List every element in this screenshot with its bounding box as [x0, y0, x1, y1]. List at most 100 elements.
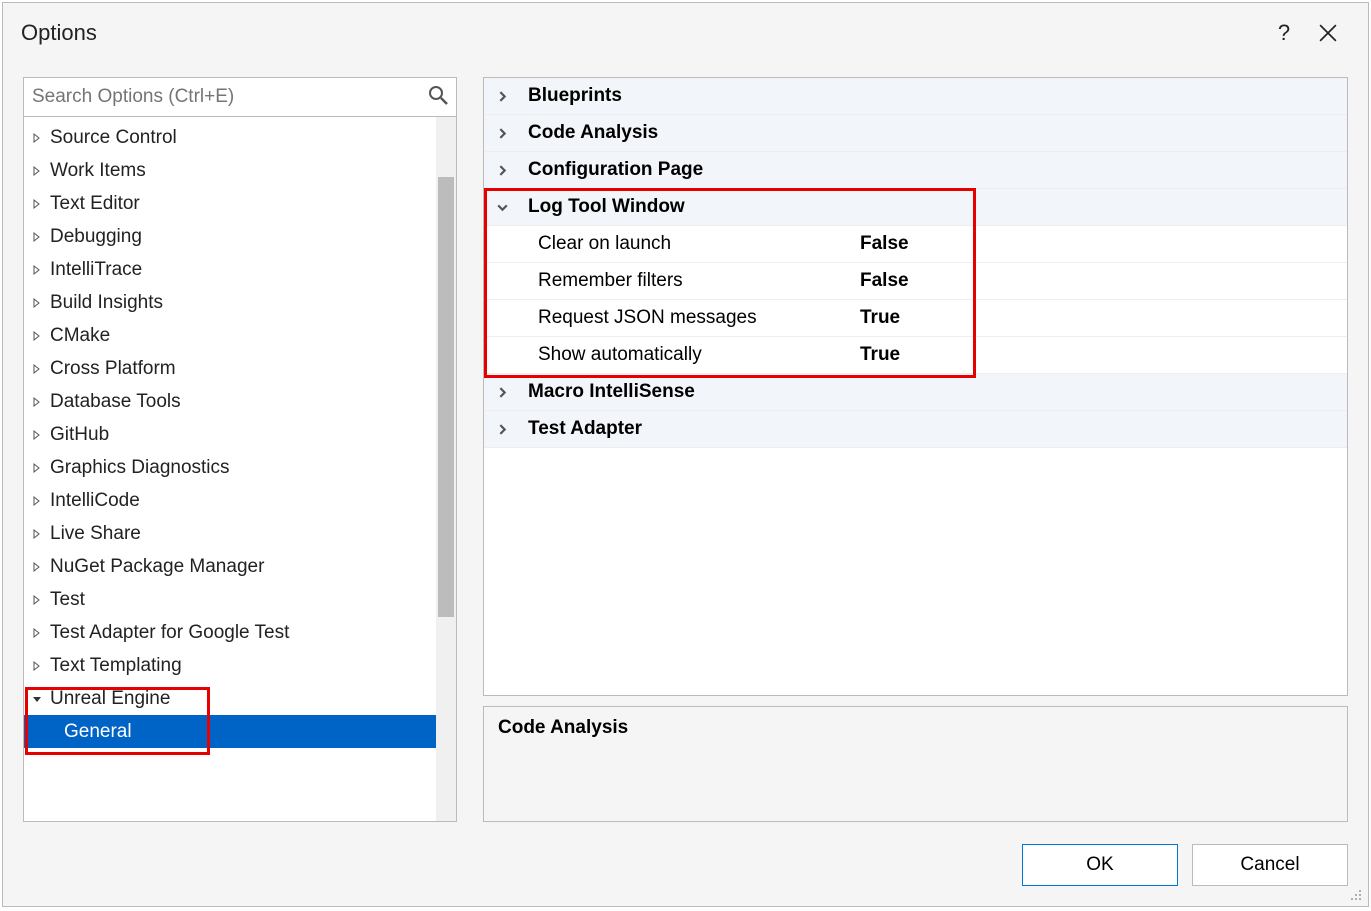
tree-item[interactable]: Test Adapter for Google Test [24, 616, 456, 649]
options-tree: Source Control Work Items Text Editor Debug… [24, 117, 456, 752]
footer: OK Cancel [3, 832, 1368, 906]
description-title: Code Analysis [498, 717, 1333, 739]
chevron-down-icon[interactable] [30, 694, 44, 704]
left-panel: Source Control Work Items Text Editor Debug… [23, 77, 457, 822]
chevron-right-icon[interactable] [30, 166, 44, 176]
property-label: Request JSON messages [484, 307, 854, 329]
chevron-right-icon[interactable] [30, 364, 44, 374]
tree-item[interactable]: Text Editor [24, 187, 456, 220]
chevron-right-icon[interactable] [30, 529, 44, 539]
chevron-right-icon[interactable] [484, 90, 520, 103]
category-label: Log Tool Window [520, 196, 890, 218]
chevron-right-icon[interactable] [30, 463, 44, 473]
tree-item[interactable]: Graphics Diagnostics [24, 451, 456, 484]
tree-item-label: Debugging [50, 226, 142, 248]
tree-item-label: Database Tools [50, 391, 181, 413]
dialog-title: Options [21, 20, 1262, 46]
description-pane: Code Analysis [483, 706, 1348, 822]
property-category[interactable]: Code Analysis [484, 115, 1347, 152]
tree-item-label: Test [50, 589, 85, 611]
tree-item-label: Test Adapter for Google Test [50, 622, 289, 644]
tree-item[interactable]: Debugging [24, 220, 456, 253]
tree-item[interactable]: NuGet Package Manager [24, 550, 456, 583]
chevron-right-icon[interactable] [30, 265, 44, 275]
chevron-right-icon[interactable] [30, 430, 44, 440]
property-label: Show automatically [484, 344, 854, 366]
close-button[interactable] [1306, 11, 1350, 55]
help-button[interactable]: ? [1262, 11, 1306, 55]
chevron-right-icon[interactable] [484, 127, 520, 140]
search-input[interactable] [32, 86, 428, 108]
chevron-right-icon[interactable] [484, 386, 520, 399]
property-category[interactable]: Test Adapter [484, 411, 1347, 448]
category-label: Configuration Page [520, 159, 890, 181]
tree-item-label: Unreal Engine [50, 688, 170, 710]
tree-item-label: Live Share [50, 523, 141, 545]
category-label: Code Analysis [520, 122, 890, 144]
cancel-button[interactable]: Cancel [1192, 844, 1348, 886]
chevron-right-icon[interactable] [30, 133, 44, 143]
property-category[interactable]: Macro IntelliSense [484, 374, 1347, 411]
options-dialog: Options ? Source Control Work Items Text E… [2, 2, 1369, 907]
scrollbar-thumb[interactable] [438, 177, 454, 617]
tree-item[interactable]: Database Tools [24, 385, 456, 418]
chevron-right-icon[interactable] [30, 562, 44, 572]
property-category[interactable]: Log Tool Window [484, 189, 1347, 226]
chevron-right-icon[interactable] [484, 164, 520, 177]
chevron-down-icon[interactable] [484, 201, 520, 214]
tree-item-label: Text Editor [50, 193, 140, 215]
property-value[interactable]: True [854, 344, 900, 366]
tree-item-child[interactable]: General [24, 715, 456, 748]
property-row[interactable]: Request JSON messagesTrue [484, 300, 1347, 337]
search-box[interactable] [23, 77, 457, 117]
chevron-right-icon[interactable] [484, 423, 520, 436]
property-value[interactable]: False [854, 233, 909, 255]
ok-button[interactable]: OK [1022, 844, 1178, 886]
tree-item[interactable]: Text Templating [24, 649, 456, 682]
tree-item[interactable]: CMake [24, 319, 456, 352]
tree-item[interactable]: Test [24, 583, 456, 616]
category-label: Macro IntelliSense [520, 381, 890, 403]
property-label: Clear on launch [484, 233, 854, 255]
property-row[interactable]: Show automaticallyTrue [484, 337, 1347, 374]
chevron-right-icon[interactable] [30, 496, 44, 506]
category-label: Blueprints [520, 85, 890, 107]
tree-container: Source Control Work Items Text Editor Debug… [23, 117, 457, 822]
tree-item-label: Text Templating [50, 655, 182, 677]
tree-item[interactable]: Cross Platform [24, 352, 456, 385]
property-category[interactable]: Configuration Page [484, 152, 1347, 189]
chevron-right-icon[interactable] [30, 298, 44, 308]
tree-item[interactable]: IntelliTrace [24, 253, 456, 286]
chevron-right-icon[interactable] [30, 199, 44, 209]
chevron-right-icon[interactable] [30, 628, 44, 638]
tree-item[interactable]: GitHub [24, 418, 456, 451]
property-row[interactable]: Remember filtersFalse [484, 263, 1347, 300]
tree-item[interactable]: Unreal Engine [24, 682, 456, 715]
chevron-right-icon[interactable] [30, 232, 44, 242]
tree-item[interactable]: Source Control [24, 121, 456, 154]
chevron-right-icon[interactable] [30, 661, 44, 671]
tree-item[interactable]: IntelliCode [24, 484, 456, 517]
tree-item-label: NuGet Package Manager [50, 556, 264, 578]
resize-grip[interactable] [1350, 888, 1364, 902]
property-row[interactable]: Clear on launchFalse [484, 226, 1347, 263]
tree-item-label: Build Insights [50, 292, 163, 314]
tree-item[interactable]: Work Items [24, 154, 456, 187]
property-value[interactable]: True [854, 307, 900, 329]
property-category[interactable]: Blueprints [484, 78, 1347, 115]
chevron-right-icon[interactable] [30, 331, 44, 341]
tree-item-label: General [64, 721, 132, 743]
right-panel: Blueprints Code Analysis Configuration Pag… [483, 77, 1348, 822]
tree-item-label: Source Control [50, 127, 177, 149]
tree-item-label: Cross Platform [50, 358, 176, 380]
dialog-body: Source Control Work Items Text Editor Debug… [3, 63, 1368, 832]
property-value[interactable]: False [854, 270, 909, 292]
chevron-right-icon[interactable] [30, 397, 44, 407]
chevron-right-icon[interactable] [30, 595, 44, 605]
tree-item[interactable]: Build Insights [24, 286, 456, 319]
scrollbar[interactable] [436, 117, 456, 821]
tree-item[interactable]: Live Share [24, 517, 456, 550]
tree-item-label: GitHub [50, 424, 109, 446]
tree-item-label: IntelliCode [50, 490, 140, 512]
property-label: Remember filters [484, 270, 854, 292]
